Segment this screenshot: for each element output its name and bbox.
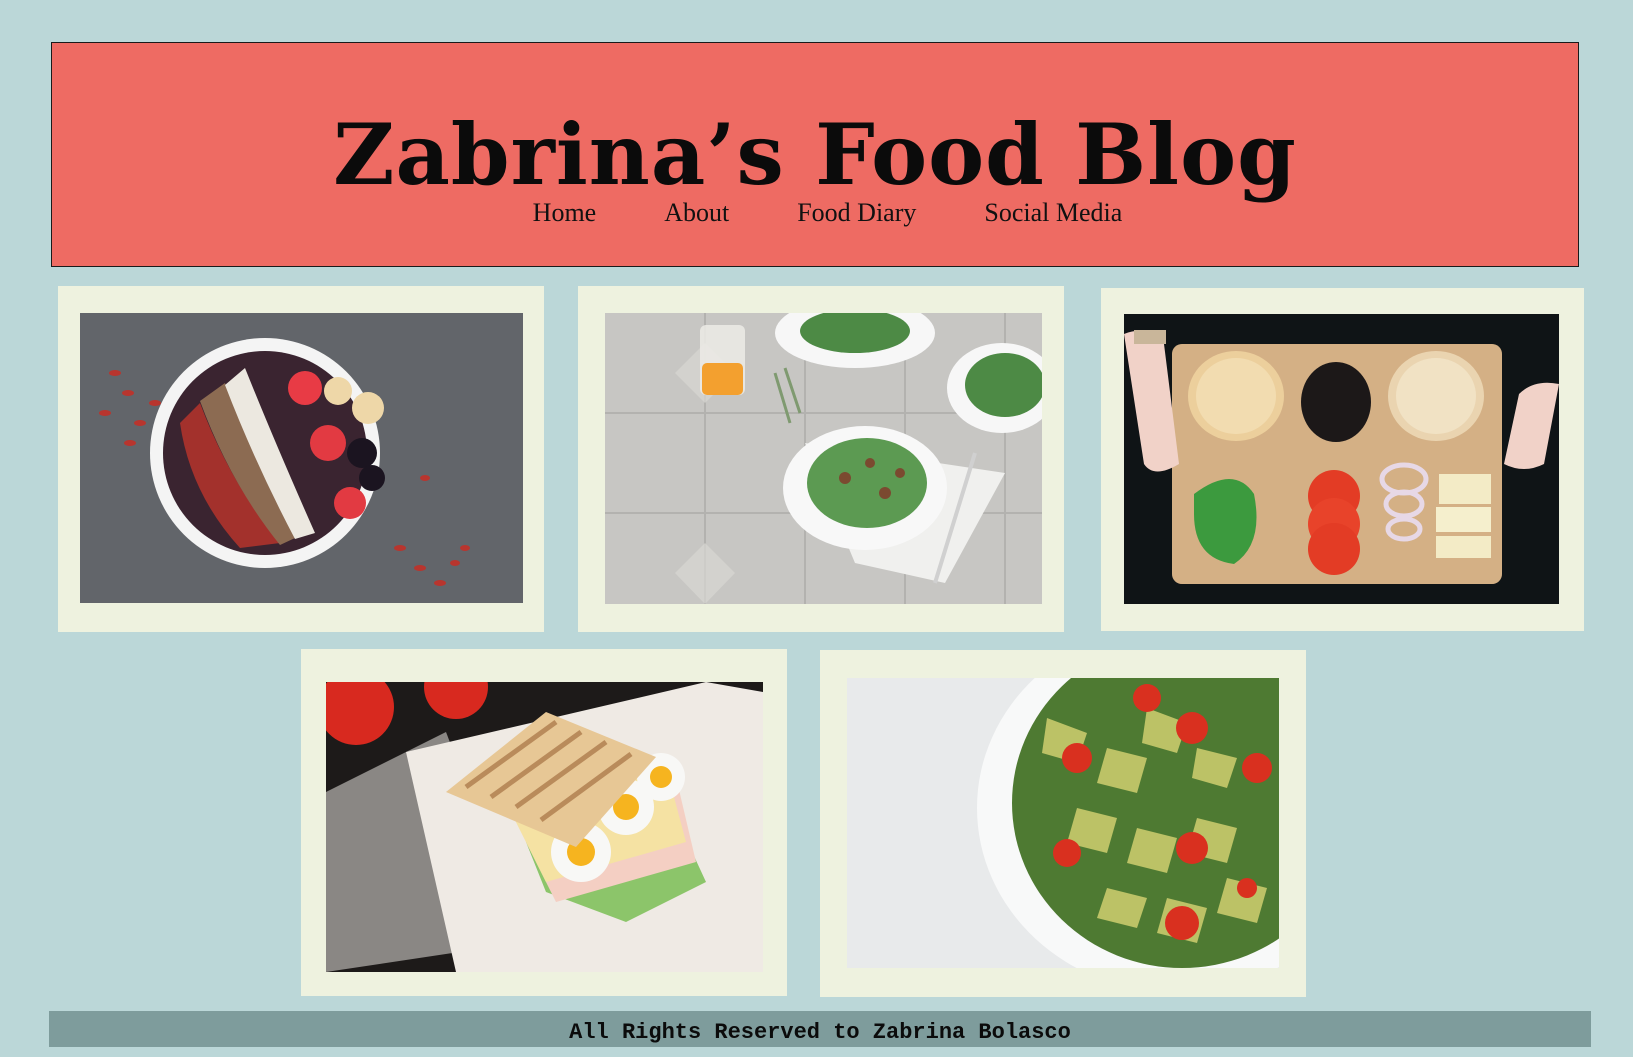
gallery-card-2 bbox=[578, 286, 1064, 632]
egg-ham-sandwich-photo bbox=[326, 682, 763, 972]
acai-bowl-photo bbox=[80, 313, 523, 603]
site-title: Zabrina’s Food Blog bbox=[333, 105, 1297, 204]
gallery-card-5 bbox=[820, 650, 1306, 997]
site-footer: All Rights Reserved to Zabrina Bolasco bbox=[49, 1011, 1591, 1047]
pesto-pasta-salad-photo bbox=[847, 678, 1279, 968]
nav-about-link[interactable]: About bbox=[664, 198, 729, 228]
burger-ingredients-board-photo bbox=[1124, 314, 1559, 604]
gallery-card-4 bbox=[301, 649, 787, 996]
site-header: Zabrina’s Food Blog Home About Food Diar… bbox=[51, 42, 1579, 267]
copyright-text: All Rights Reserved to Zabrina Bolasco bbox=[569, 1020, 1071, 1045]
nav-social-media-link[interactable]: Social Media bbox=[984, 198, 1122, 228]
nav-home-link[interactable]: Home bbox=[533, 198, 597, 228]
main-nav: Home About Food Diary Social Media bbox=[77, 198, 1578, 228]
gallery-card-1 bbox=[58, 286, 544, 632]
gallery-card-3 bbox=[1101, 288, 1584, 631]
nav-food-diary-link[interactable]: Food Diary bbox=[797, 198, 916, 228]
salad-plates-photo bbox=[605, 313, 1042, 604]
